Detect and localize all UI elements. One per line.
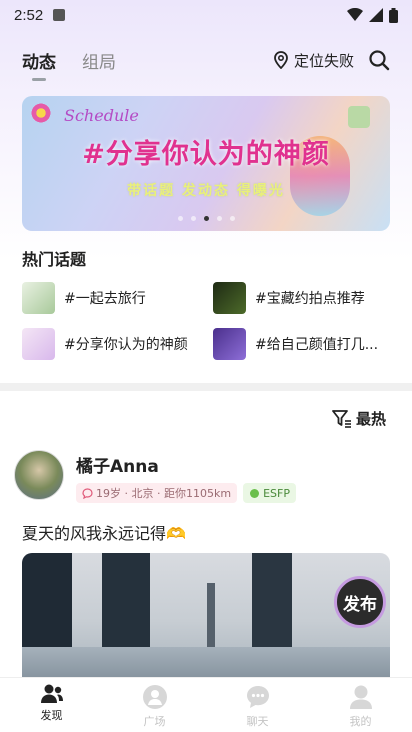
topic-item[interactable]: #给自己颜值打几... (213, 328, 388, 360)
search-icon (369, 50, 390, 71)
sticker-decoration-icon (348, 106, 370, 128)
leaf-icon (250, 488, 260, 498)
filter-icon (332, 409, 351, 428)
notification-icon (53, 9, 66, 21)
avatar[interactable] (14, 450, 64, 500)
post-author[interactable]: 橘子Anna 19岁 · 北京 · 距你1105km ESFP (14, 450, 296, 503)
top-header: 动态 组局 定位失败 (0, 40, 412, 81)
user-info-tag: 19岁 · 北京 · 距你1105km (76, 483, 238, 503)
topic-label: #宝藏约拍点推荐 (255, 291, 365, 307)
flower-decoration-icon (30, 102, 52, 124)
nav-label: 聊天 (246, 715, 269, 728)
post-text: 夏天的风我永远记得🫶 (22, 524, 186, 543)
chat-bubble-icon (82, 487, 93, 499)
mbti-tag: ESFP (243, 483, 296, 503)
topic-item[interactable]: #分享你认为的神颜 (22, 328, 202, 360)
carousel-dot (216, 216, 222, 221)
square-icon (142, 685, 167, 709)
hot-topics-title: 热门话题 (22, 250, 87, 269)
topic-item[interactable]: #宝藏约拍点推荐 (213, 282, 393, 314)
profile-icon (349, 685, 372, 709)
carousel-indicator (22, 216, 390, 221)
topic-thumbnail (22, 328, 55, 360)
topic-label: #分享你认为的神颜 (64, 337, 188, 353)
nav-item-profile[interactable]: 我的 (309, 678, 412, 732)
user-info: 橘子Anna 19岁 · 北京 · 距你1105km ESFP (76, 450, 296, 503)
user-info-text: 19岁 · 北京 · 距你1105km (96, 487, 232, 500)
nav-label: 我的 (349, 715, 372, 728)
bottom-nav: 发现 广场 聊天 我的 (0, 677, 412, 732)
discover-icon (40, 684, 63, 703)
user-tags: 19岁 · 北京 · 距你1105km ESFP (76, 483, 296, 503)
carousel-dot (190, 216, 196, 221)
nav-label: 发现 (40, 709, 63, 722)
section-divider (0, 383, 412, 391)
status-bar: 2:52 (0, 0, 412, 30)
mbti-text: ESFP (263, 486, 290, 500)
carousel-dot (229, 216, 235, 221)
username[interactable]: 橘子Anna (76, 452, 296, 477)
tab-group[interactable]: 组局 (82, 48, 116, 73)
carousel-dot-active (203, 216, 209, 221)
status-icons (347, 7, 398, 23)
image-cityscape (22, 647, 390, 677)
chat-icon (246, 686, 269, 708)
nav-label: 广场 (143, 715, 166, 728)
wifi-icon (347, 8, 363, 21)
location-pin-icon (274, 51, 288, 69)
battery-icon (389, 7, 398, 23)
location-label: 定位失败 (293, 51, 354, 70)
tab-dynamic[interactable]: 动态 (22, 48, 56, 81)
search-button[interactable] (368, 49, 390, 71)
nav-item-square[interactable]: 广场 (103, 678, 206, 732)
banner-subtitle: 带话题 发动态 得曝光 (127, 183, 285, 199)
topic-label: #给自己颜值打几... (255, 337, 379, 353)
sort-button[interactable]: 最热 (332, 408, 386, 429)
signal-icon (369, 8, 383, 22)
sort-label: 最热 (355, 410, 386, 428)
banner-brand: Schedule (64, 106, 139, 125)
nav-item-discover[interactable]: 发现 (0, 678, 103, 732)
banner-carousel[interactable]: Schedule #分享你认为的神颜 带话题 发动态 得曝光 (22, 96, 390, 231)
topic-thumbnail (22, 282, 55, 314)
banner-headline: #分享你认为的神颜 (82, 139, 330, 170)
location-button[interactable]: 定位失败 (274, 50, 354, 71)
nav-item-chat[interactable]: 聊天 (206, 678, 309, 732)
topic-item[interactable]: #一起去旅行 (22, 282, 202, 314)
publish-button[interactable]: 发布 (334, 576, 386, 628)
topic-thumbnail (213, 282, 246, 314)
topic-thumbnail (213, 328, 246, 360)
post-image[interactable] (22, 553, 390, 677)
status-time: 2:52 (14, 6, 44, 24)
topic-label: #一起去旅行 (64, 291, 146, 307)
carousel-dot (177, 216, 183, 221)
